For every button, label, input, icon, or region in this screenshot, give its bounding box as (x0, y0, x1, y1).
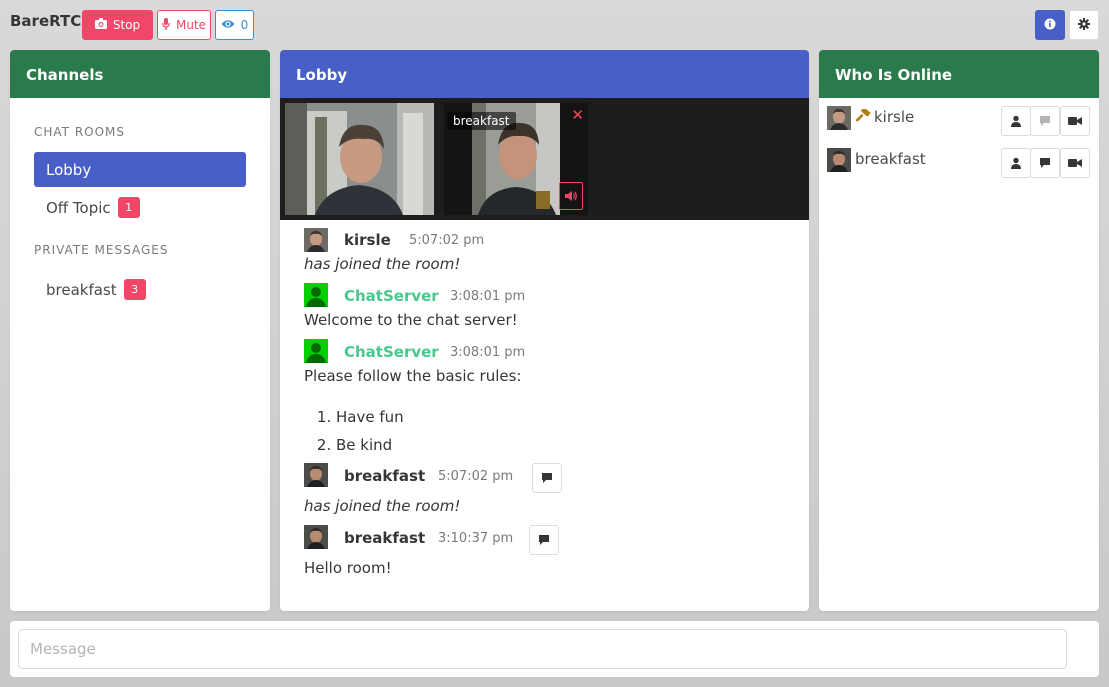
avatar[interactable] (304, 525, 328, 549)
comment-icon (539, 535, 549, 545)
online-user-row: kirsle (827, 106, 1099, 138)
message-username[interactable]: breakfast (344, 467, 425, 485)
message-text: Welcome to the chat server! (304, 311, 518, 329)
lobby-panel: Lobby breakfast ✕ kirsle 5:07:02 pm has … (280, 50, 809, 611)
send-dm-button[interactable] (1030, 148, 1060, 178)
user-icon (1011, 115, 1021, 127)
online-user-row: breakfast (827, 148, 1099, 180)
lobby-title: Lobby (280, 50, 809, 98)
info-icon (1044, 18, 1056, 33)
message-username[interactable]: ChatServer (344, 287, 439, 305)
video-feed-self[interactable] (285, 103, 434, 215)
info-button[interactable] (1035, 10, 1065, 40)
send-dm-button[interactable] (532, 463, 562, 493)
private-messages-label: PRIVATE MESSAGES (34, 243, 169, 257)
message-input[interactable] (18, 629, 1067, 669)
channels-title: Channels (10, 50, 270, 98)
open-video-button[interactable] (1060, 148, 1090, 178)
comment-icon (542, 473, 552, 483)
top-bar: BareRTC Stop Mute 0 (0, 0, 1109, 50)
avatar[interactable] (304, 228, 328, 252)
online-username[interactable]: breakfast (855, 150, 926, 168)
channel-name: Lobby (46, 160, 92, 179)
view-profile-button[interactable] (1001, 106, 1031, 136)
camera-icon (94, 18, 107, 32)
video-username-label: breakfast (447, 112, 516, 130)
close-video-icon[interactable]: ✕ (571, 106, 584, 124)
dm-item-breakfast[interactable]: breakfast 3 (34, 272, 246, 307)
message-username[interactable]: breakfast (344, 529, 425, 547)
message-timestamp: 3:08:01 pm (450, 345, 526, 360)
avatar[interactable] (304, 463, 328, 487)
video-strip: breakfast ✕ (280, 98, 809, 220)
avatar[interactable] (827, 148, 851, 172)
rule-item: Have fun (336, 403, 404, 431)
mute-label: Mute (175, 18, 207, 32)
avatar (304, 339, 328, 363)
gear-icon (1078, 17, 1090, 33)
message-composer (10, 621, 1099, 677)
channel-item-lobby[interactable]: Lobby (34, 152, 246, 187)
eye-icon (221, 18, 235, 32)
send-dm-button[interactable] (529, 525, 559, 555)
send-dm-button[interactable] (1030, 106, 1060, 136)
watchers-button[interactable]: 0 (215, 10, 254, 40)
message-timestamp: 3:08:01 pm (450, 289, 526, 304)
message-timestamp: 5:07:02 pm (409, 233, 485, 248)
unread-badge: 1 (117, 197, 140, 218)
comment-icon (1040, 158, 1050, 168)
online-username[interactable]: kirsle (874, 108, 914, 126)
watchers-count: 0 (240, 18, 249, 32)
channel-item-off-topic[interactable]: Off Topic 1 (34, 190, 246, 225)
rule-item: Be kind (336, 431, 404, 459)
chat-rooms-label: CHAT ROOMS (34, 125, 126, 139)
settings-button[interactable] (1069, 10, 1099, 40)
view-profile-button[interactable] (1001, 148, 1031, 178)
unread-badge: 3 (123, 279, 146, 300)
avatar (304, 283, 328, 307)
who-is-online-title: Who Is Online (819, 50, 1099, 98)
stop-webcam-button[interactable]: Stop (82, 10, 153, 40)
webcam-image (285, 103, 434, 215)
message-text: has joined the room! (304, 497, 461, 515)
microphone-icon (162, 17, 170, 33)
message-text: has joined the room! (304, 255, 461, 273)
volume-icon (565, 191, 577, 201)
rules-list: Have fun Be kind (304, 403, 404, 459)
who-is-online-panel: Who Is Online kirsle breakfast (819, 50, 1099, 611)
gavel-icon (854, 107, 872, 129)
video-camera-icon (1068, 117, 1082, 125)
mute-button[interactable]: Mute (157, 10, 211, 40)
message-username[interactable]: ChatServer (344, 343, 439, 361)
video-camera-icon (1068, 159, 1082, 167)
dm-name: breakfast (46, 280, 117, 299)
unmute-video-button[interactable] (559, 182, 583, 210)
stop-label: Stop (112, 18, 141, 32)
message-text: Hello room! (304, 559, 392, 577)
open-video-button[interactable] (1060, 106, 1090, 136)
message-username[interactable]: kirsle (344, 231, 391, 249)
channels-panel: Channels CHAT ROOMS Lobby Off Topic 1 PR… (10, 50, 270, 611)
channel-name: Off Topic (46, 198, 111, 217)
message-timestamp: 3:10:37 pm (438, 531, 514, 546)
comment-icon (1040, 116, 1050, 126)
message-timestamp: 5:07:02 pm (438, 469, 514, 484)
avatar[interactable] (827, 106, 851, 130)
video-feed-breakfast[interactable]: breakfast ✕ (444, 103, 588, 215)
message-text: Please follow the basic rules: (304, 367, 522, 385)
user-icon (1011, 157, 1021, 169)
app-title: BareRTC (10, 12, 82, 30)
